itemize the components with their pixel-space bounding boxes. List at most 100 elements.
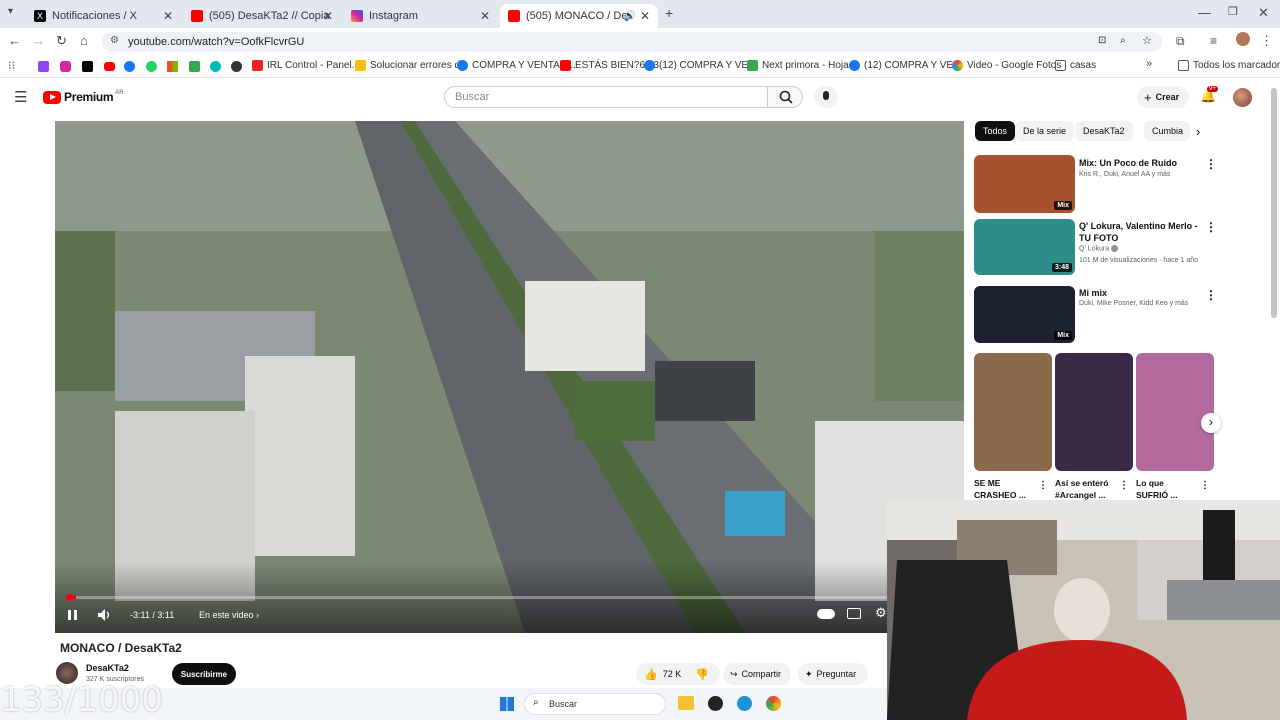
new-tab-icon[interactable]: + xyxy=(665,5,673,21)
video-thumbnail[interactable]: 3:48 xyxy=(974,219,1075,275)
close-icon[interactable]: ✕ xyxy=(323,9,333,23)
dislike-icon[interactable]: 👎 xyxy=(695,668,709,681)
whatsapp-icon[interactable] xyxy=(146,61,157,72)
close-icon[interactable]: ✕ xyxy=(640,9,650,23)
ask-button[interactable]: ✦ Preguntar xyxy=(798,663,868,685)
chip-series[interactable]: De la serie xyxy=(1015,121,1075,141)
video-player[interactable]: -3:11 / 3:11 En este video › ⚙ xyxy=(55,121,964,633)
tab-x[interactable]: X Notificaciones / X ✕ xyxy=(26,4,181,28)
more-options-icon[interactable]: ⋮ xyxy=(1205,220,1217,234)
search-button[interactable] xyxy=(767,86,803,108)
short-thumbnail[interactable] xyxy=(1136,353,1214,471)
notifications-button[interactable]: 🔔 9+ xyxy=(1200,86,1218,106)
channel-name[interactable]: DesaKTa2 xyxy=(86,663,129,673)
home-icon[interactable]: ⌂ xyxy=(80,33,88,48)
voice-search-button[interactable] xyxy=(814,86,838,108)
address-bar[interactable]: ⚙ youtube.com/watch?v=OofkFlcvrGU ⊡ ⌕ ☆ xyxy=(102,32,1162,52)
instagram-icon[interactable] xyxy=(60,61,71,72)
bookmark-item[interactable]: COMPRA Y VENTA L... xyxy=(457,60,576,71)
more-options-icon[interactable]: ⋮ xyxy=(1200,480,1210,491)
windows-start-icon[interactable] xyxy=(500,697,514,711)
short-thumbnail[interactable] xyxy=(974,353,1052,471)
subtitles-icon[interactable] xyxy=(847,608,861,619)
chapter-button[interactable]: En este video › xyxy=(199,610,259,620)
more-bookmarks-icon[interactable]: » xyxy=(1146,58,1152,70)
hamburger-icon[interactable]: ☰ xyxy=(14,88,27,106)
github-icon[interactable] xyxy=(231,61,242,72)
chip-all[interactable]: Todos xyxy=(975,121,1016,141)
menu-dots-icon[interactable]: ⋮ xyxy=(1260,33,1273,49)
more-options-icon[interactable]: ⋮ xyxy=(1205,157,1217,171)
zoom-icon[interactable]: ⌕ xyxy=(1120,35,1126,46)
forward-icon[interactable]: → xyxy=(32,33,45,48)
account-avatar[interactable] xyxy=(1233,88,1252,107)
file-explorer-icon[interactable] xyxy=(678,696,694,710)
bookmark-item[interactable]: Solucionar errores d... xyxy=(355,60,468,71)
tab-youtube-1[interactable]: (505) DesaKTa2 // Copia Prohibi ✕ xyxy=(183,4,341,28)
recommendation-title[interactable]: Mi mix xyxy=(1079,287,1107,299)
bookmark-star-icon[interactable]: ☆ xyxy=(1142,34,1152,47)
more-options-icon[interactable]: ⋮ xyxy=(1205,288,1217,302)
bookmark-folder[interactable]: casas xyxy=(1055,60,1096,71)
recommendation-channel[interactable]: Q' Lokura xyxy=(1079,245,1119,252)
apps-icon[interactable]: ⁝⁝ xyxy=(8,59,15,72)
profile-avatar[interactable] xyxy=(1236,32,1250,46)
microsoft-icon[interactable] xyxy=(167,61,178,72)
bookmark-item[interactable]: (12) COMPRA Y VE... xyxy=(849,60,961,71)
speaker-icon[interactable]: 🔊 xyxy=(624,11,636,22)
taskbar-search[interactable]: ⌕ Buscar xyxy=(524,693,666,715)
edge-icon[interactable] xyxy=(737,696,752,711)
bookmark-item[interactable]: (12) COMPRA Y VE... xyxy=(644,60,756,71)
reload-icon[interactable]: ↻ xyxy=(56,33,67,49)
share-button[interactable]: ↪ Compartir xyxy=(723,663,791,685)
bookmark-item[interactable]: Video - Google Fotos xyxy=(952,60,1061,71)
shorts-next-icon[interactable]: › xyxy=(1201,413,1221,433)
more-options-icon[interactable]: ⋮ xyxy=(1119,480,1129,491)
youtube-icon[interactable] xyxy=(104,62,115,71)
video-thumbnail[interactable]: Mix xyxy=(974,286,1075,343)
site-info-icon[interactable]: ⚙ xyxy=(110,35,119,46)
tab-youtube-active[interactable]: (505) MONACO / DesaKTa2 🔊 ✕ xyxy=(500,4,658,28)
video-thumbnail[interactable]: Mix xyxy=(974,155,1075,213)
pause-icon[interactable] xyxy=(67,609,79,621)
short-title[interactable]: Lo que SUFRIÓ ... xyxy=(1136,477,1198,501)
page-scrollbar[interactable] xyxy=(1271,88,1277,318)
chrome-icon[interactable] xyxy=(766,696,781,711)
extensions-icon[interactable]: ⧉ xyxy=(1176,34,1185,49)
maximize-icon[interactable]: ❐ xyxy=(1228,5,1238,18)
all-bookmarks-folder[interactable]: Todos los marcadores xyxy=(1178,60,1280,71)
close-icon[interactable]: ✕ xyxy=(163,9,173,23)
short-title[interactable]: Así se enteró #Arcangel ... xyxy=(1055,477,1117,501)
sheets-icon[interactable] xyxy=(189,61,200,72)
minimize-icon[interactable]: — xyxy=(1198,5,1211,20)
media-icon[interactable]: ≡ xyxy=(1210,34,1217,48)
subscribe-button[interactable]: Suscribirme xyxy=(172,663,236,685)
window-close-icon[interactable]: ✕ xyxy=(1258,5,1269,21)
progress-bar[interactable] xyxy=(67,596,952,599)
close-icon[interactable]: ✕ xyxy=(480,9,490,23)
volume-icon[interactable] xyxy=(97,608,113,622)
tab-instagram[interactable]: Instagram ✕ xyxy=(343,4,498,28)
more-options-icon[interactable]: ⋮ xyxy=(1038,480,1048,491)
recommendation-title[interactable]: Mix: Un Poco de Ruido xyxy=(1079,157,1199,169)
recommendation-title[interactable]: Q' Lokura, Valentino Merlo - TU FOTO xyxy=(1079,220,1199,244)
chip-channel[interactable]: DesaKTa2 xyxy=(1075,121,1133,141)
app-icon[interactable] xyxy=(708,696,723,711)
twitch-icon[interactable] xyxy=(38,61,49,72)
tab-list-icon[interactable]: ▾ xyxy=(8,6,13,17)
scrubber-handle[interactable] xyxy=(66,594,73,601)
autoplay-toggle[interactable] xyxy=(817,609,835,619)
youtube-logo[interactable]: Premium AR xyxy=(43,90,124,104)
chip-cumbia[interactable]: Cumbia xyxy=(1144,121,1190,141)
facebook-icon[interactable] xyxy=(124,61,135,72)
kick-icon[interactable] xyxy=(210,61,221,72)
like-icon[interactable]: 👍 xyxy=(644,668,658,681)
chips-next-icon[interactable]: › xyxy=(1196,124,1200,139)
create-button[interactable]: + Crear xyxy=(1137,86,1189,108)
x-icon[interactable] xyxy=(82,61,93,72)
bookmark-item[interactable]: Next primora - Hoja... xyxy=(747,60,857,71)
short-thumbnail[interactable] xyxy=(1055,353,1133,471)
search-input[interactable]: Buscar xyxy=(444,86,768,108)
short-title[interactable]: SE ME CRASHEO ... xyxy=(974,477,1036,501)
back-icon[interactable]: ← xyxy=(8,33,21,48)
